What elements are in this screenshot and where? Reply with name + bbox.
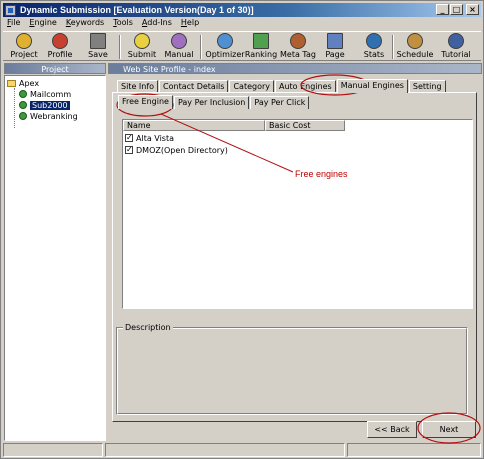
schedule-icon (407, 33, 423, 49)
schedule-button[interactable]: Schedule (396, 33, 434, 61)
tab-pay-per-click[interactable]: Pay Per Click (250, 96, 310, 109)
menu-help[interactable]: Help (181, 18, 199, 30)
page-button[interactable]: Page (322, 33, 348, 61)
manual-label: Manual (164, 50, 194, 59)
status-bar (3, 443, 481, 457)
engine-list[interactable]: Name Basic Cost ✓ Alta Vista ✓ DMOZ(Open… (122, 119, 473, 309)
profile-panel: Web Site Profile - index Site Info Conta… (108, 63, 482, 442)
ranking-button[interactable]: Ranking (244, 33, 278, 61)
toolbar-separator (119, 35, 121, 59)
page-label: Page (325, 50, 345, 59)
submit-button[interactable]: Submit (127, 33, 157, 61)
tree-item-apex[interactable]: Apex (7, 78, 39, 88)
back-button[interactable]: << Back (367, 421, 417, 438)
window-title: Dynamic Submission [Evaluation Version(D… (20, 5, 254, 15)
profile-icon (19, 101, 27, 109)
manual-button[interactable]: Manual (163, 33, 195, 61)
menu-file[interactable]: File (7, 18, 20, 30)
annotation-label: Free engines (295, 169, 348, 179)
project-tree[interactable]: Apex Mailcomm Sub2000 Webranking (4, 75, 106, 441)
project-label: Project (10, 50, 38, 59)
meta-tag-label: Meta Tag (280, 50, 316, 59)
profile-label: Profile (47, 50, 73, 59)
tree-item-sub2000[interactable]: Sub2000 (19, 100, 70, 110)
project-panel-header: Project (4, 63, 106, 74)
engine-name: DMOZ(Open Directory) (136, 145, 228, 155)
tree-label-selected: Sub2000 (30, 100, 70, 110)
description-label: Description (123, 323, 173, 332)
list-header: Name Basic Cost (123, 120, 345, 131)
stats-button[interactable]: Stats (361, 33, 387, 61)
engine-subtabs: Free Engine Pay Per Inclusion Pay Per Cl… (118, 95, 310, 109)
submit-label: Submit (127, 50, 157, 59)
menu-tools[interactable]: Tools (113, 18, 133, 30)
list-item[interactable]: ✓ Alta Vista (125, 133, 174, 143)
status-pane (3, 443, 103, 457)
tree-item-webranking[interactable]: Webranking (19, 111, 78, 121)
toolbar-separator (200, 35, 202, 59)
profile-panel-header: Web Site Profile - index (108, 63, 482, 74)
app-icon (5, 4, 16, 16)
tree-label: Mailcomm (30, 89, 72, 99)
project-panel: Project Apex Mailcomm Sub2000 Webranking (4, 63, 106, 442)
next-button[interactable]: Next (422, 421, 476, 438)
optimizer-label: Optimizer (205, 50, 245, 59)
column-basic-cost[interactable]: Basic Cost (265, 120, 345, 131)
toolbar: Project Profile Save Submit Manual Optim… (3, 31, 481, 61)
meta-tag-icon (290, 33, 306, 49)
folder-icon (7, 79, 16, 87)
schedule-label: Schedule (396, 50, 434, 59)
profile-icon (52, 33, 68, 49)
tab-free-engine[interactable]: Free Engine (118, 95, 173, 109)
profile-icon (19, 90, 27, 98)
save-icon (90, 33, 106, 49)
tab-pay-per-inclusion[interactable]: Pay Per Inclusion (173, 96, 250, 109)
save-label: Save (88, 50, 108, 59)
menu-add-ins[interactable]: Add-Ins (142, 18, 172, 30)
tab-manual-engines[interactable]: Manual Engines (336, 79, 408, 93)
menu-bar: File Engine Keywords Tools Add-Ins Help (3, 18, 199, 30)
engine-checkbox[interactable]: ✓ (125, 134, 133, 142)
page-icon (327, 33, 343, 49)
description-group: Description (116, 323, 468, 415)
manual-icon (171, 33, 187, 49)
project-icon (16, 33, 32, 49)
engine-checkbox[interactable]: ✓ (125, 146, 133, 154)
stats-label: Stats (363, 50, 385, 59)
tutorial-button[interactable]: Tutorial (438, 33, 474, 61)
status-pane (347, 443, 481, 457)
list-item[interactable]: ✓ DMOZ(Open Directory) (125, 145, 228, 155)
title-bar[interactable]: Dynamic Submission [Evaluation Version(D… (3, 3, 481, 17)
profile-icon (19, 112, 27, 120)
stats-icon (366, 33, 382, 49)
column-name[interactable]: Name (123, 120, 265, 131)
ranking-icon (253, 33, 269, 49)
project-button[interactable]: Project (7, 33, 41, 61)
meta-tag-button[interactable]: Meta Tag (280, 33, 316, 61)
tree-item-mailcomm[interactable]: Mailcomm (19, 89, 71, 99)
ranking-label: Ranking (244, 50, 278, 59)
menu-engine[interactable]: Engine (29, 18, 56, 30)
tutorial-label: Tutorial (441, 50, 471, 59)
submit-icon (134, 33, 150, 49)
tree-label: Webranking (30, 111, 78, 121)
optimizer-icon (217, 33, 233, 49)
app-window: Dynamic Submission [Evaluation Version(D… (0, 0, 484, 459)
tutorial-icon (448, 33, 464, 49)
maximize-button[interactable]: □ (450, 4, 463, 15)
status-pane (105, 443, 345, 457)
close-button[interactable]: × (466, 4, 479, 15)
toolbar-separator (392, 35, 394, 59)
optimizer-button[interactable]: Optimizer (205, 33, 245, 61)
profile-button[interactable]: Profile (45, 33, 75, 61)
tree-label: Apex (19, 78, 40, 88)
engine-name: Alta Vista (136, 133, 175, 143)
save-button[interactable]: Save (85, 33, 111, 61)
minimize-button[interactable]: _ (436, 4, 449, 15)
menu-keywords[interactable]: Keywords (66, 18, 104, 30)
